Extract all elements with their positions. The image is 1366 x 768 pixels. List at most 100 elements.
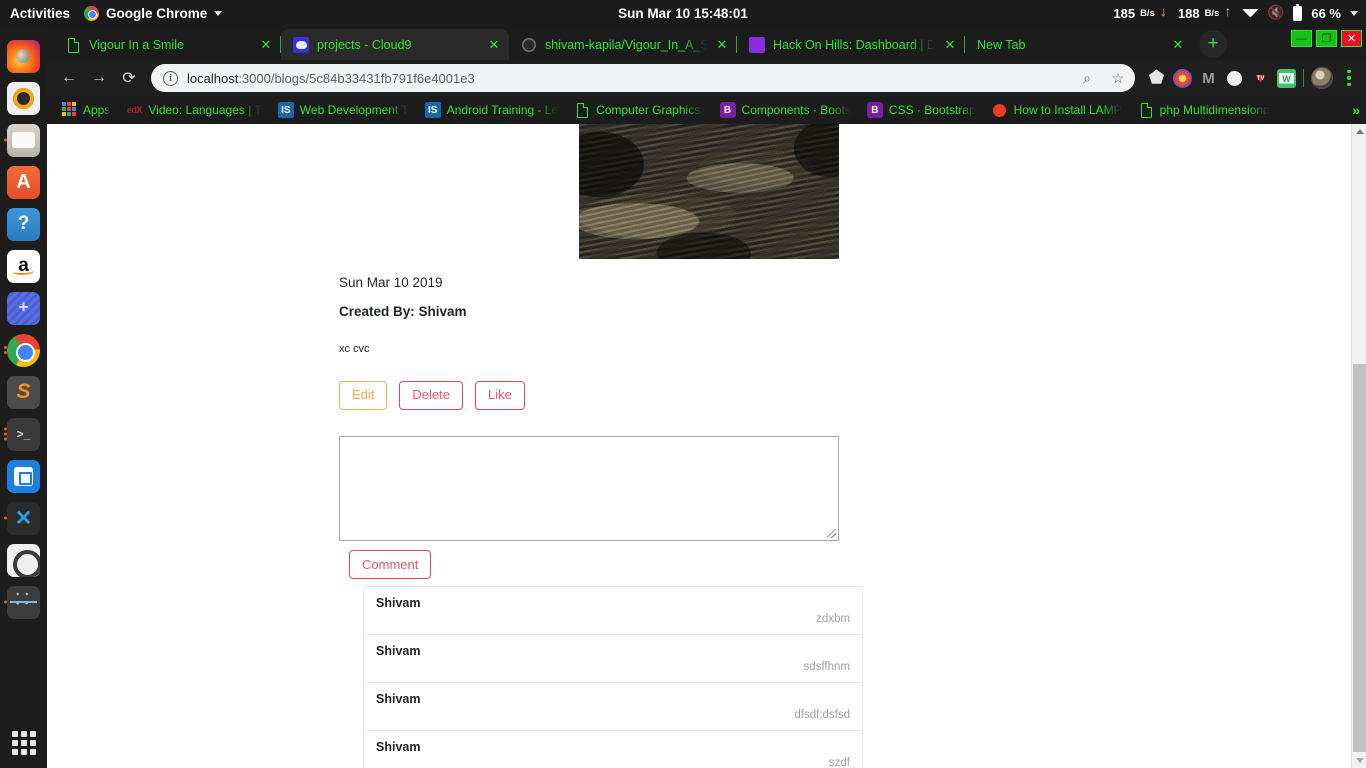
- app-menu-label: Google Chrome: [106, 6, 208, 21]
- download-arrow-icon: [1160, 3, 1169, 20]
- chrome-icon: [7, 333, 40, 367]
- post-body: xc cvc: [339, 343, 370, 355]
- wifi-icon[interactable]: [1242, 8, 1258, 20]
- close-window-button[interactable]: ✕: [1341, 30, 1362, 47]
- comment-text: sdsffhnm: [803, 660, 850, 673]
- network-download-rate: 185 B/s: [1113, 3, 1169, 21]
- vscode-icon: ✕: [7, 501, 40, 535]
- sublime-text-icon: S: [7, 375, 40, 409]
- site-info-icon[interactable]: i: [163, 70, 178, 86]
- back-button[interactable]: ←: [55, 64, 83, 92]
- dock-item-settings[interactable]: [3, 539, 45, 581]
- opera-extension-icon[interactable]: [1225, 69, 1244, 88]
- app-menu-button[interactable]: Google Chrome: [84, 6, 223, 21]
- dock-item-vscode[interactable]: ✕: [3, 497, 45, 539]
- dock-item-help[interactable]: ?: [3, 203, 45, 245]
- tab-projects-cloud9[interactable]: projects - Cloud9 ✕: [281, 29, 509, 60]
- tab-vigour-in-a-smile[interactable]: Vigour In a Smile ✕: [53, 29, 281, 60]
- profile-avatar[interactable]: [1311, 67, 1333, 89]
- close-icon[interactable]: ✕: [715, 38, 729, 52]
- comment-input-wrapper[interactable]: [339, 435, 839, 541]
- comment-text: dfsdf;dsfsd: [794, 708, 850, 721]
- dock-item-amazon[interactable]: a: [3, 245, 45, 287]
- bookmark-label: Components · Boots: [741, 103, 851, 117]
- close-icon[interactable]: ✕: [487, 38, 501, 52]
- show-applications-button[interactable]: [9, 728, 39, 758]
- comment-text: zdxbm: [816, 612, 850, 625]
- search-icon[interactable]: ⌕: [1076, 67, 1098, 89]
- bookmark-web-development[interactable]: IS Web Development T: [270, 99, 417, 121]
- download-rate-value: 185: [1113, 6, 1136, 21]
- cube-extension-icon[interactable]: ⬟: [1147, 69, 1166, 88]
- address-bar[interactable]: i localhost:3000/blogs/5c84b33431fb791f6…: [151, 64, 1135, 92]
- chrome-menu-icon[interactable]: [1340, 69, 1358, 87]
- is-icon: IS: [277, 102, 294, 118]
- bookmark-php-multidimensional[interactable]: php Multidimensiona: [1130, 99, 1278, 121]
- dock-item-rhythmbox[interactable]: [3, 77, 45, 119]
- momentum-extension-icon[interactable]: M: [1199, 69, 1218, 88]
- help-icon: ?: [7, 207, 40, 241]
- scroll-up-arrow-icon[interactable]: [1352, 124, 1366, 139]
- new-tab-button[interactable]: +: [1199, 30, 1227, 58]
- page-scrollbar[interactable]: [1351, 124, 1366, 768]
- tv-extension-icon[interactable]: TV: [1251, 69, 1270, 88]
- dock-item-blue-editor[interactable]: [3, 455, 45, 497]
- comment-author: Shivam: [376, 643, 421, 658]
- delete-button[interactable]: Delete: [399, 381, 463, 410]
- tab-strip: Vigour In a Smile ✕ projects - Cloud9 ✕ …: [47, 27, 1366, 60]
- bookmarks-bar: Apps edX Video: Languages | T IS Web Dev…: [47, 96, 1366, 124]
- bookmark-label: Video: Languages | T: [148, 103, 262, 117]
- dock-item-terminal[interactable]: >_: [3, 413, 45, 455]
- bookmark-computer-graphics[interactable]: Computer Graphics,: [566, 99, 711, 121]
- dock-item-files[interactable]: [3, 119, 45, 161]
- minimize-button[interactable]: —: [1291, 30, 1312, 47]
- tab-github-repo[interactable]: shivam-kapila/Vigour_In_A_Sm ✕: [509, 29, 737, 60]
- dock-item-sublime-text[interactable]: S: [3, 371, 45, 413]
- bookmark-video-languages[interactable]: edX Video: Languages | T: [118, 99, 269, 121]
- activities-button[interactable]: Activities: [0, 6, 84, 21]
- textarea-resize-handle[interactable]: [827, 528, 836, 538]
- blue-app-icon: [7, 291, 40, 325]
- close-icon[interactable]: ✕: [259, 38, 273, 52]
- battery-percent: 66 %: [1311, 6, 1341, 21]
- bookmark-label: Web Development T: [299, 103, 409, 117]
- window-controls: — ❐ ✕: [1291, 30, 1362, 47]
- bookmark-apps[interactable]: Apps: [53, 99, 118, 121]
- bookmark-label: Computer Graphics,: [596, 103, 704, 117]
- colorful-circle-extension-icon[interactable]: [1173, 68, 1192, 88]
- content-container: Sun Mar 10 2019 Created By: Shivam xc cv…: [339, 124, 1059, 768]
- chrome-logo-icon: [84, 6, 100, 21]
- like-button[interactable]: Like: [474, 381, 525, 410]
- tab-hack-on-hills[interactable]: Hack On Hills: Dashboard | Dev ✕: [737, 29, 965, 60]
- bookmark-bootstrap-css[interactable]: B CSS · Bootstrap: [859, 99, 984, 121]
- scrollbar-thumb[interactable]: [1353, 364, 1366, 752]
- terminal-icon: >_: [7, 417, 40, 451]
- url-path: :3000/blogs/5c84b33431fb791f6e4001e3: [238, 70, 475, 86]
- bookmarks-overflow-button[interactable]: »: [1352, 102, 1360, 118]
- bookmark-android-training[interactable]: IS Android Training - Le: [417, 99, 566, 121]
- bookmark-bootstrap-components[interactable]: B Components · Boots: [712, 99, 859, 121]
- close-icon[interactable]: ✕: [943, 38, 957, 52]
- tab-new-tab[interactable]: New Tab ✕: [965, 29, 1193, 60]
- mail-extension-icon[interactable]: [1277, 68, 1296, 88]
- edit-button[interactable]: Edit: [339, 381, 388, 410]
- volume-muted-icon[interactable]: [1267, 4, 1284, 21]
- bookmark-install-lamp[interactable]: How to Install LAMP: [984, 99, 1130, 121]
- tab-title: projects - Cloud9: [317, 37, 412, 52]
- comment-author: Shivam: [376, 691, 421, 706]
- comment-submit-button[interactable]: Comment: [349, 549, 432, 579]
- dock-item-firefox[interactable]: [3, 35, 45, 77]
- close-icon[interactable]: ✕: [1171, 38, 1185, 52]
- maximize-button[interactable]: ❐: [1316, 30, 1337, 47]
- dock-item-blue-app[interactable]: [3, 287, 45, 329]
- dock-item-system-monitor[interactable]: [3, 581, 45, 623]
- forward-button[interactable]: →: [85, 64, 113, 92]
- comment-submit-row: Comment: [339, 541, 1059, 579]
- scroll-down-arrow-icon[interactable]: [1352, 753, 1366, 768]
- bookmark-star-icon[interactable]: ☆: [1107, 67, 1129, 89]
- reload-button[interactable]: ⟳: [115, 64, 143, 92]
- system-menu-caret-icon[interactable]: [1350, 11, 1358, 16]
- dock-item-ubuntu-software[interactable]: A: [3, 161, 45, 203]
- url-text: localhost:3000/blogs/5c84b33431fb791f6e4…: [187, 71, 1067, 86]
- dock-item-google-chrome[interactable]: [3, 329, 45, 371]
